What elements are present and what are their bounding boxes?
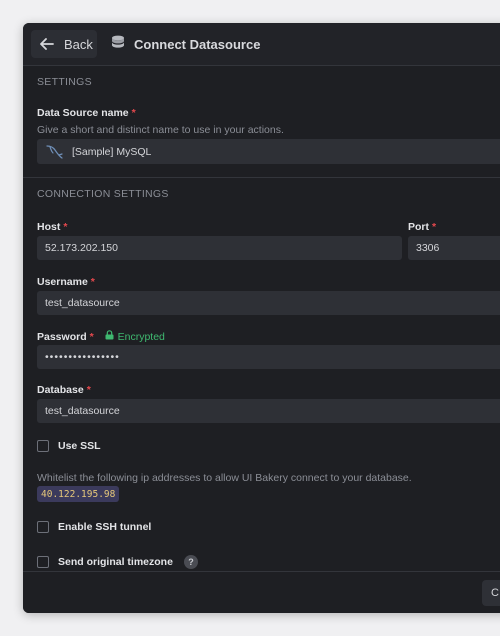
host-value: 52.173.202.150 xyxy=(45,242,118,254)
settings-section-title: SETTINGS xyxy=(37,76,92,88)
datasource-name-label: Data Source name * xyxy=(37,107,136,119)
back-button-label: Back xyxy=(64,36,93,52)
required-marker: * xyxy=(432,221,437,233)
password-label: Password * Encrypted xyxy=(37,330,165,343)
footer-action-button[interactable]: C xyxy=(482,580,500,606)
timezone-label: Send original timezone xyxy=(58,556,173,568)
required-marker: * xyxy=(131,107,136,119)
required-marker: * xyxy=(90,276,95,288)
port-value: 3306 xyxy=(416,242,440,254)
whitelist-ip-badge: 40.122.195.98 xyxy=(37,486,120,502)
ssh-tunnel-checkbox[interactable] xyxy=(37,521,49,533)
database-label: Database * xyxy=(37,384,91,396)
port-input[interactable]: 3306 xyxy=(408,236,500,260)
question-icon[interactable]: ? xyxy=(183,555,198,569)
timezone-checkbox[interactable] xyxy=(37,556,49,568)
use-ssl-checkbox[interactable] xyxy=(37,440,49,452)
port-label: Port * xyxy=(408,221,437,233)
lock-icon xyxy=(105,330,114,343)
username-label: Username * xyxy=(37,276,95,288)
page-title-wrap: Connect Datasource xyxy=(111,23,260,65)
use-ssl-label: Use SSL xyxy=(58,440,101,452)
datasource-name-input[interactable]: [Sample] MySQL xyxy=(37,139,500,164)
whitelist-hint: Whitelist the following ip addresses to … xyxy=(37,472,412,484)
database-icon xyxy=(111,35,125,53)
encrypted-status: Encrypted xyxy=(105,330,165,343)
database-input[interactable]: test_datasource xyxy=(37,399,500,423)
database-value: test_datasource xyxy=(45,405,120,417)
back-button[interactable]: Back xyxy=(31,30,97,58)
username-value: test_datasource xyxy=(45,297,120,309)
header: Back Connect Datasource xyxy=(23,23,500,66)
encrypted-label: Encrypted xyxy=(117,330,165,343)
footer: C xyxy=(23,571,500,613)
ssh-tunnel-row: Enable SSH tunnel xyxy=(37,521,151,533)
ssh-tunnel-label: Enable SSH tunnel xyxy=(58,521,152,533)
password-value: •••••••••••••••• xyxy=(45,351,120,363)
section-divider xyxy=(23,177,500,178)
page-title: Connect Datasource xyxy=(134,36,261,52)
mysql-dolphin-icon xyxy=(46,144,64,160)
required-marker: * xyxy=(86,384,91,396)
arrow-left-icon xyxy=(40,38,54,50)
host-input[interactable]: 52.173.202.150 xyxy=(37,236,402,260)
datasource-name-value: [Sample] MySQL xyxy=(72,145,152,158)
connection-section-title: CONNECTION SETTINGS xyxy=(37,188,169,200)
use-ssl-row: Use SSL xyxy=(37,440,101,452)
username-input[interactable]: test_datasource xyxy=(37,291,500,315)
datasource-name-hint: Give a short and distinct name to use in… xyxy=(37,124,284,136)
required-marker: * xyxy=(89,331,94,343)
host-label: Host * xyxy=(37,221,68,233)
password-input[interactable]: •••••••••••••••• xyxy=(37,345,500,369)
datasource-window: Back Connect Datasource SETTINGS Data So… xyxy=(23,23,500,613)
timezone-row: Send original timezone ? xyxy=(37,555,198,569)
required-marker: * xyxy=(63,221,68,233)
